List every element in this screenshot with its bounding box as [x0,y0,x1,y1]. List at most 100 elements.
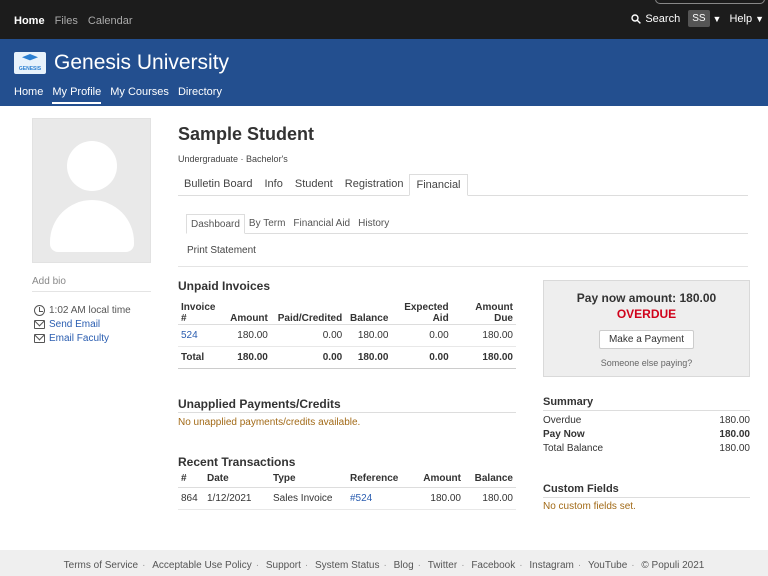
search-icon [631,13,642,24]
separator: · [383,560,387,571]
footer-link-facebook[interactable]: Facebook [471,560,515,571]
top-nav-calendar[interactable]: Calendar [88,15,133,27]
help-menu[interactable]: Help ▼ [729,13,764,25]
separator: · [631,560,635,571]
email-faculty-link[interactable]: Email Faculty [34,331,131,345]
table-cell: 180.00 [464,487,516,510]
email-faculty-text: Email Faculty [49,332,110,344]
logo-text: GENESIS [18,66,42,72]
summary-value: 180.00 [719,428,750,440]
brand[interactable]: GENESIS Genesis University [14,51,229,75]
table-cell: 180.00 [451,346,516,369]
make-payment-button[interactable]: Make a Payment [598,330,695,349]
nav-directory[interactable]: Directory [178,86,222,104]
footer-link-youtube[interactable]: YouTube [588,560,627,571]
unapplied-empty-message: No unapplied payments/credits available. [178,417,361,428]
someone-else-paying-link[interactable]: Someone else paying? [544,358,749,368]
avatar-head [67,141,117,191]
print-statement-button[interactable]: Print Statement [187,245,256,256]
table-cell: 1/12/2021 [204,487,270,510]
column-header: Type [270,471,347,488]
table-cell: Total [178,346,219,369]
column-header: Balance [464,471,516,488]
summary-label: Total Balance [543,442,604,454]
financial-subtabs: Dashboard By Term Financial Aid History [186,214,748,234]
divider [178,412,516,413]
nav-my-profile[interactable]: My Profile [52,86,102,104]
table-row: 864 1/12/2021 Sales Invoice #524 180.00 … [178,487,516,510]
nav-home[interactable]: Home [14,86,43,104]
subtab-financial-aid[interactable]: Financial Aid [289,214,354,233]
search-label: Search [645,12,681,25]
top-nav-home[interactable]: Home [14,15,45,27]
search-button[interactable]: Search [631,13,680,25]
clock-icon [34,304,45,316]
subtab-by-term[interactable]: By Term [245,214,290,233]
nav-my-courses[interactable]: My Courses [110,86,169,104]
footer-link-terms[interactable]: Terms of Service [64,560,138,571]
overdue-badge: OVERDUE [616,307,677,321]
mail-icon [34,333,45,343]
subtab-dashboard[interactable]: Dashboard [186,214,245,234]
user-menu[interactable]: SS ▼ [688,10,721,27]
tab-student[interactable]: Student [289,174,339,195]
table-cell: 180.00 [218,346,271,369]
profile-photo[interactable] [32,118,151,263]
custom-fields-empty: No custom fields set. [543,501,636,512]
summary-label: Pay Now [543,428,585,440]
footer-link-support[interactable]: Support [266,560,301,571]
table-cell: 0.00 [391,324,452,347]
footer-copyright[interactable]: © Populi 2021 [641,560,704,571]
summary-title: Summary [543,396,750,411]
tab-info[interactable]: Info [259,174,289,195]
avatar: SS [688,10,710,27]
table-header-row: # Date Type Reference Amount Balance [178,471,516,488]
pay-now-panel: Pay now amount: 180.00 OVERDUE Make a Pa… [543,280,750,377]
local-time-text: 1:02 AM local time [49,304,131,316]
unpaid-invoices-title: Unpaid Invoices [178,279,271,293]
footer-link-instagram[interactable]: Instagram [529,560,573,571]
summary-row: Total Balance 180.00 [543,441,750,455]
summary-row: Pay Now 180.00 [543,427,750,441]
table-cell: 180.00 [451,324,516,347]
graduation-cap-icon [22,54,38,61]
table-cell: 0.00 [270,346,346,369]
footer-link-blog[interactable]: Blog [394,560,414,571]
top-nav-files[interactable]: Files [55,15,78,27]
column-header: Amount Due [451,296,516,325]
tab-registration[interactable]: Registration [339,174,410,195]
top-right-tools: Search SS ▼ Help ▼ [631,10,764,27]
subtab-history[interactable]: History [354,214,393,233]
summary-label: Overdue [543,414,582,426]
site-header: GENESIS Genesis University Home My Profi… [0,39,768,106]
footer-link-status[interactable]: System Status [315,560,379,571]
table-row: 524 180.00 0.00 180.00 0.00 180.00 [178,324,516,347]
mail-icon [34,319,45,329]
recent-transactions-title: Recent Transactions [178,455,296,469]
footer-link-aup[interactable]: Acceptable Use Policy [152,560,252,571]
main-nav: Home My Profile My Courses Directory [14,86,222,104]
invoice-link[interactable]: 524 [178,324,219,347]
university-logo: GENESIS [14,52,46,74]
help-label: Help [729,12,753,25]
separator: · [519,560,523,571]
column-header: Amount [218,296,271,325]
send-email-link[interactable]: Send Email [34,317,131,331]
separator: · [461,560,465,571]
summary-row: Overdue 180.00 [543,413,750,427]
unapplied-payments-title: Unapplied Payments/Credits [178,397,341,411]
reference-link[interactable]: #524 [347,487,407,510]
profile-tabs: Bulletin Board Info Student Registration… [178,174,748,196]
custom-fields-panel: Custom Fields No custom fields set. [543,483,750,512]
add-bio-link[interactable]: Add bio [32,276,151,292]
footer-link-twitter[interactable]: Twitter [428,560,457,571]
column-header: Reference [347,471,407,488]
top-edge-control[interactable] [655,0,765,4]
send-email-text: Send Email [49,318,101,330]
transactions-table: # Date Type Reference Amount Balance 864… [178,471,516,510]
tab-financial[interactable]: Financial [409,174,468,196]
tab-bulletin-board[interactable]: Bulletin Board [178,174,259,195]
column-header: Paid/Credited [270,296,346,325]
table-header-row: Invoice # Amount Paid/Credited Balance E… [178,296,516,325]
local-time: 1:02 AM local time [34,303,131,317]
